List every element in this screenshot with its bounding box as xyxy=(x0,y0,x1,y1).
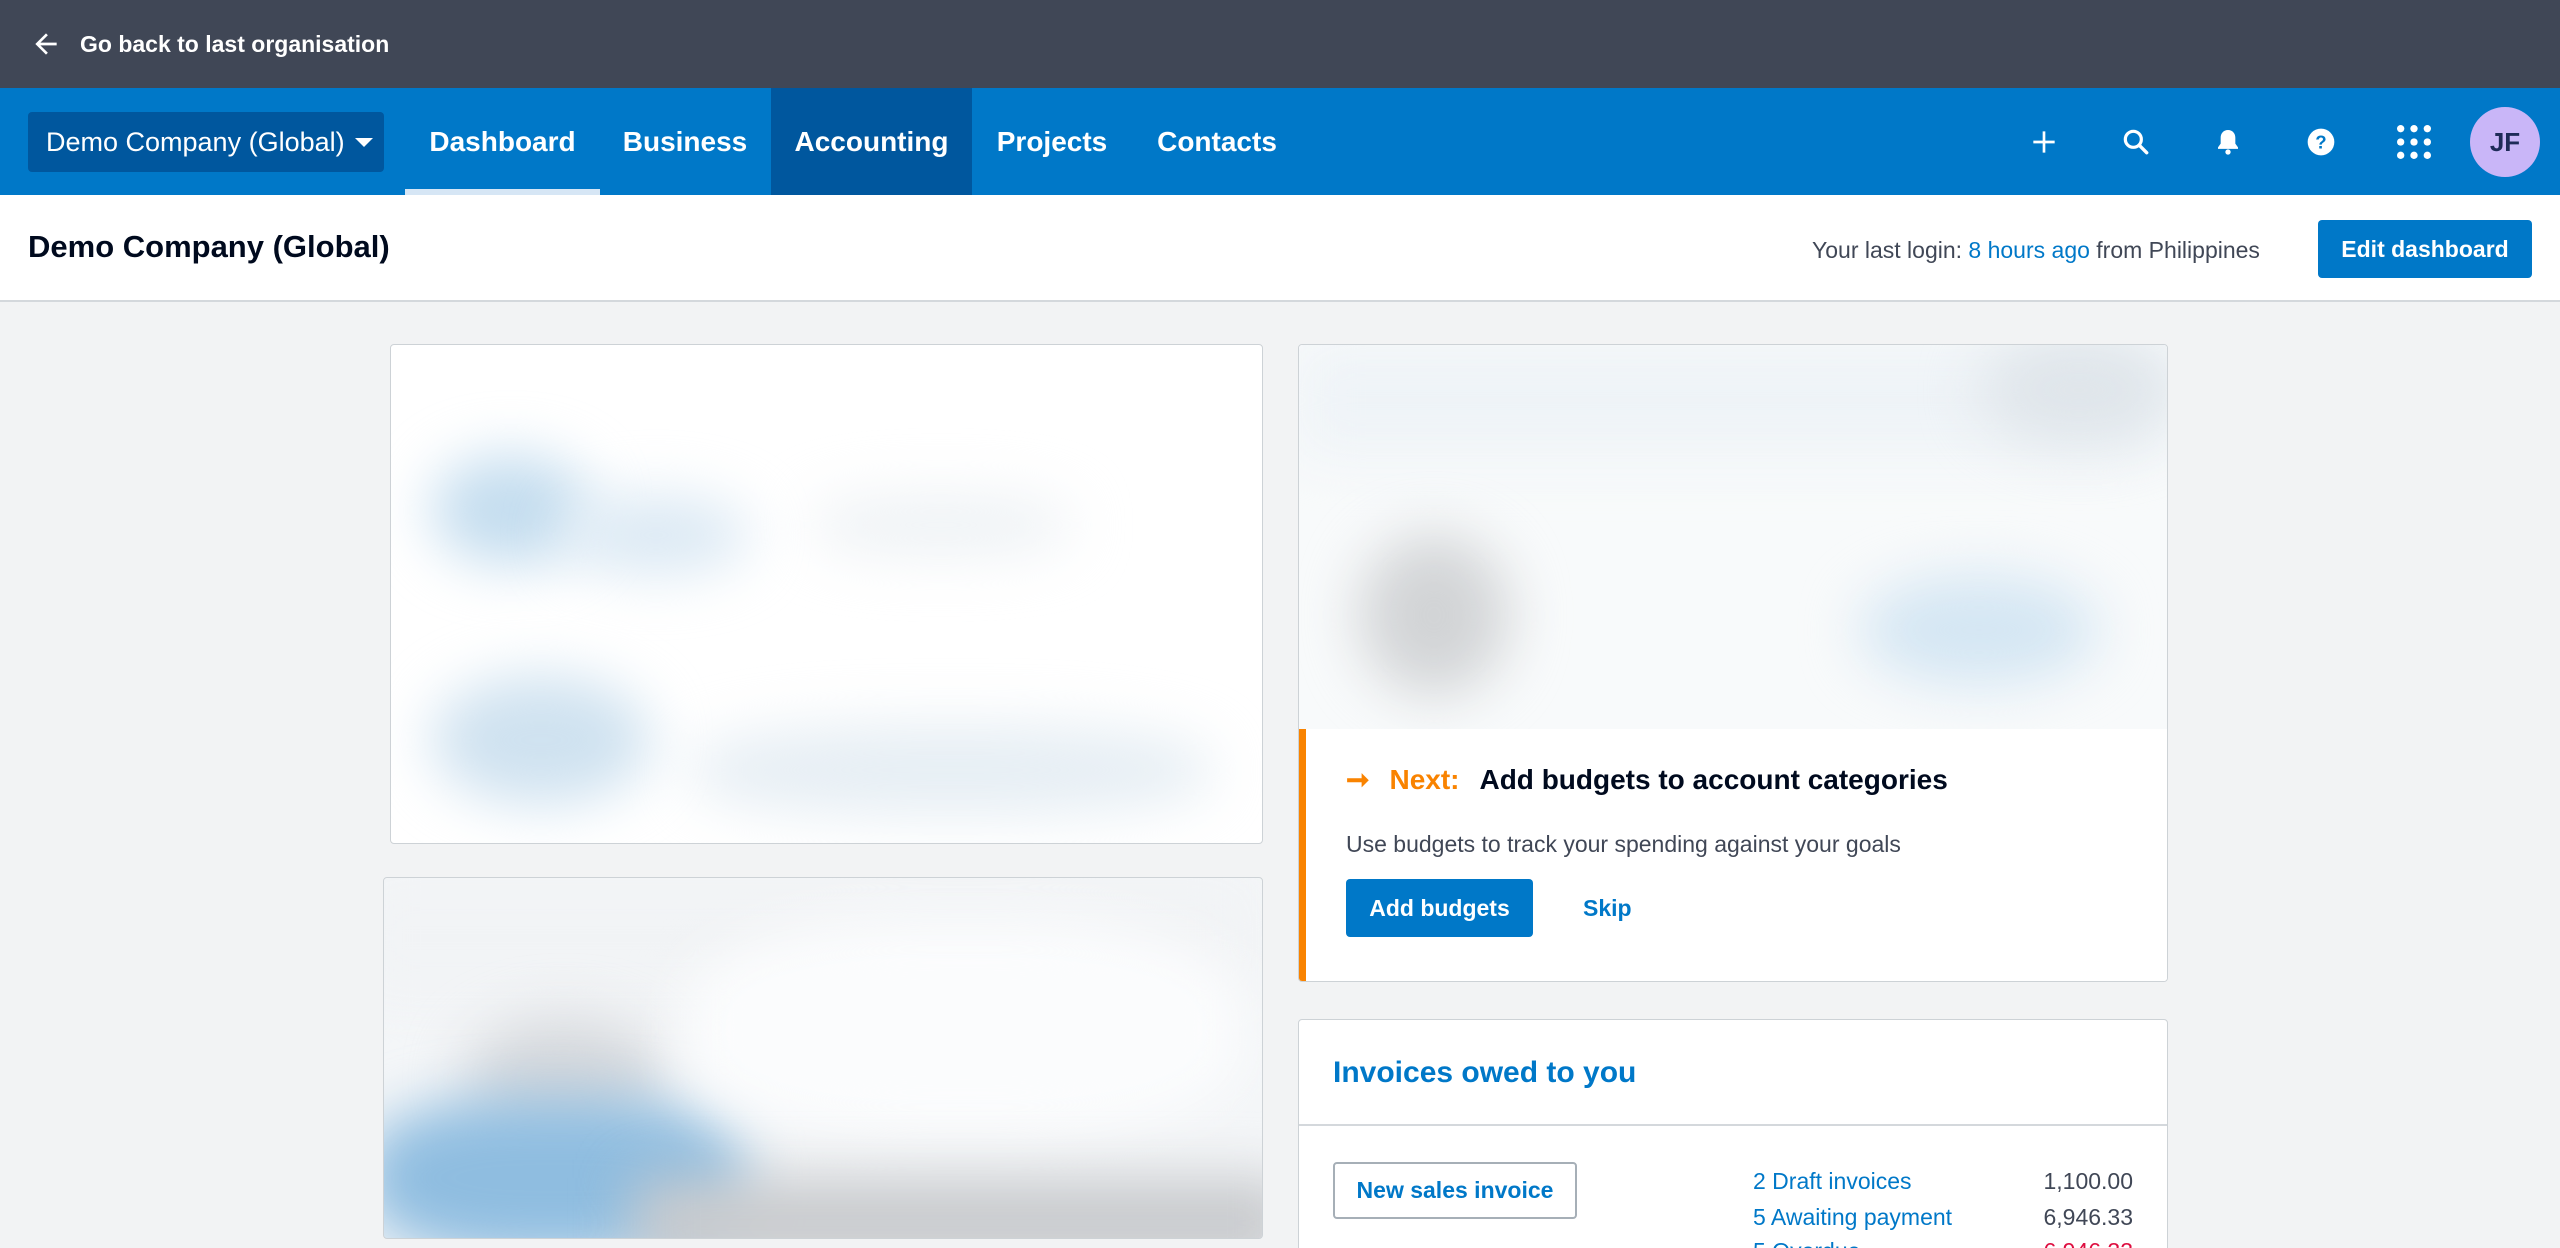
bell-icon[interactable] xyxy=(2196,110,2260,174)
tab-accounting[interactable]: Accounting xyxy=(771,88,972,195)
go-back-link[interactable]: Go back to last organisation xyxy=(30,28,389,60)
next-step-card: ➞ Next: Add budgets to account categorie… xyxy=(1299,729,2167,981)
edit-dashboard-button[interactable]: Edit dashboard xyxy=(2318,220,2532,278)
overdue-amount: 6,946.33 xyxy=(2043,1238,2133,1248)
invoices-widget: Invoices owed to you New sales invoice 2… xyxy=(1298,1019,2168,1248)
skip-button[interactable]: Skip xyxy=(1583,895,1632,922)
plus-icon[interactable] xyxy=(2012,110,2076,174)
add-budgets-button[interactable]: Add budgets xyxy=(1346,879,1533,937)
new-sales-invoice-button[interactable]: New sales invoice xyxy=(1333,1162,1577,1219)
avatar-initials: JF xyxy=(2489,126,2521,157)
tab-projects[interactable]: Projects xyxy=(972,88,1132,195)
overdue-link[interactable]: 5 Overdue xyxy=(1753,1238,1860,1248)
tab-contacts[interactable]: Contacts xyxy=(1132,88,1302,195)
tab-business-label: Business xyxy=(622,125,748,157)
org-name: Demo Company (Global) xyxy=(46,126,345,157)
awaiting-payment-amount: 6,946.33 xyxy=(2043,1204,2133,1230)
tab-accounting-label: Accounting xyxy=(794,125,949,157)
arrow-left-icon xyxy=(35,33,57,55)
tab-projects-label: Projects xyxy=(996,125,1108,157)
last-login-time-link[interactable]: 8 hours ago xyxy=(1968,237,2089,263)
avatar[interactable]: JF xyxy=(2470,107,2540,177)
next-label: Next: xyxy=(1389,763,1460,795)
page-header: Demo Company (Global) Your last login: 8… xyxy=(0,195,2560,302)
blurred-widget-bottom xyxy=(383,877,1263,1239)
draft-invoices-amount: 1,100.00 xyxy=(2043,1168,2133,1194)
invoice-row: 5 Overdue 6,946.33 xyxy=(1753,1238,2133,1248)
divider xyxy=(1299,1124,2167,1126)
page-title: Demo Company (Global) xyxy=(28,229,390,264)
last-login-suffix: from Philippines xyxy=(2096,237,2260,263)
arrow-right-icon: ➞ xyxy=(1346,764,1370,795)
next-step-illustration xyxy=(1299,345,2167,729)
caret-down-icon xyxy=(354,137,373,147)
org-switcher[interactable]: Demo Company (Global) xyxy=(28,112,384,172)
tab-business[interactable]: Business xyxy=(600,88,770,195)
invoice-row: 2 Draft invoices 1,100.00 xyxy=(1753,1168,2133,1195)
svg-text:?: ? xyxy=(2315,132,2326,153)
app-grid-icon[interactable] xyxy=(2382,110,2446,174)
next-step-title: Add budgets to account categories xyxy=(1479,763,1948,795)
tab-dashboard-label: Dashboard xyxy=(429,125,576,157)
draft-invoices-link[interactable]: 2 Draft invoices xyxy=(1753,1168,1912,1195)
main-nav: Demo Company (Global) Dashboard Business… xyxy=(0,88,2560,195)
help-icon[interactable]: ? xyxy=(2289,110,2353,174)
tab-contacts-label: Contacts xyxy=(1157,125,1277,157)
last-login-info: Your last login: 8 hours ago from Philip… xyxy=(1812,237,2260,264)
invoice-row: 5 Awaiting payment 6,946.33 xyxy=(1753,1204,2133,1231)
search-icon[interactable] xyxy=(2104,110,2168,174)
top-bar: Go back to last organisation xyxy=(0,0,2560,88)
next-step-heading: ➞ Next: Add budgets to account categorie… xyxy=(1346,763,1948,796)
awaiting-payment-link[interactable]: 5 Awaiting payment xyxy=(1753,1204,1952,1231)
next-step-description: Use budgets to track your spending again… xyxy=(1346,831,1901,857)
invoices-title[interactable]: Invoices owed to you xyxy=(1333,1056,1636,1090)
last-login-prefix: Your last login: xyxy=(1812,237,1963,263)
tab-dashboard[interactable]: Dashboard xyxy=(405,88,600,195)
next-step-widget: ➞ Next: Add budgets to account categorie… xyxy=(1298,344,2168,982)
blurred-widget-top xyxy=(390,344,1263,844)
go-back-label: Go back to last organisation xyxy=(80,30,390,57)
